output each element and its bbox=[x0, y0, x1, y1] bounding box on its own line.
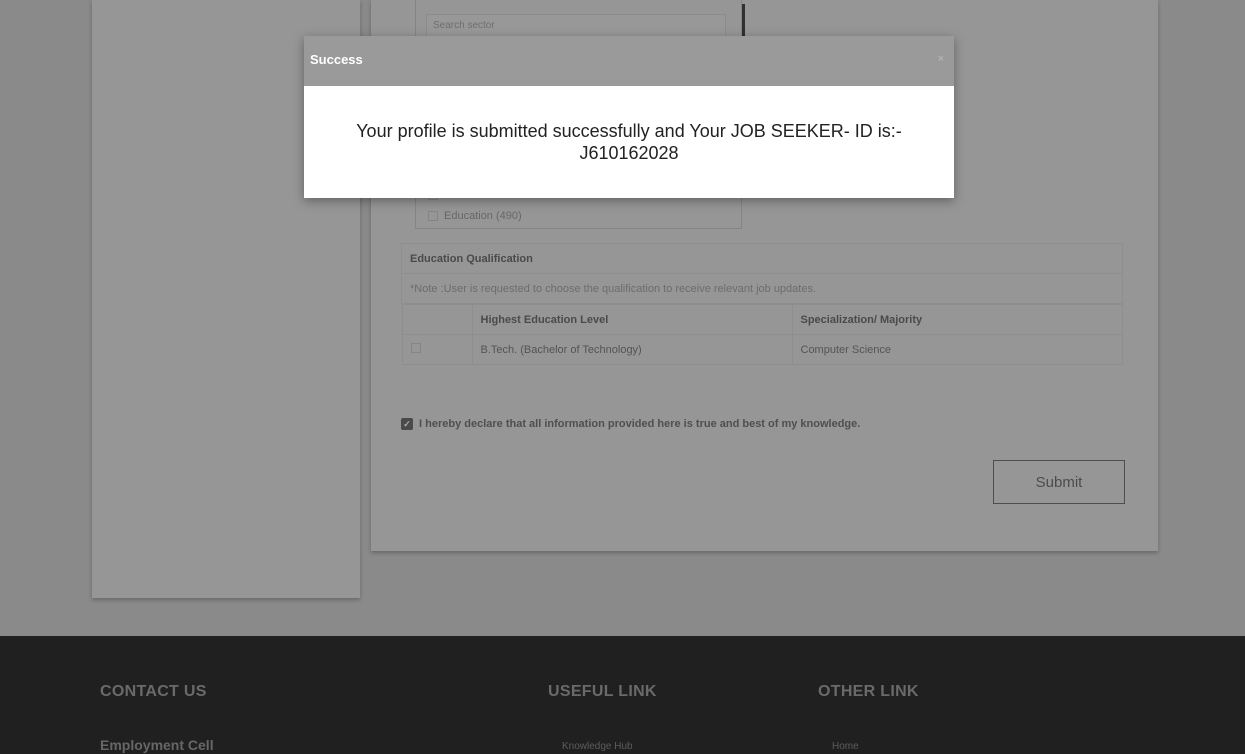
footer-contact-employment-cell: Employment Cell bbox=[100, 737, 214, 753]
cell-specialization: Computer Science bbox=[791, 334, 1123, 365]
submit-button[interactable]: Submit bbox=[993, 460, 1125, 504]
education-heading: Education Qualification bbox=[401, 243, 1123, 274]
qualification-table: Highest Education Level Specialization/ … bbox=[401, 304, 1123, 365]
sector-item-education[interactable]: Education (490) bbox=[428, 210, 522, 222]
footer-contact-heading: CONTACT US bbox=[100, 683, 207, 700]
column-header-level: Highest Education Level bbox=[471, 304, 793, 335]
education-note: *Note :User is requested to choose the q… bbox=[401, 273, 1123, 304]
dialog-header: Success × bbox=[304, 36, 954, 86]
row-checkbox[interactable] bbox=[410, 343, 421, 353]
sector-checkbox[interactable] bbox=[428, 211, 438, 221]
table-row[interactable]: B.Tech. (Bachelor of Technology) Compute… bbox=[401, 334, 1123, 365]
column-header-specialization: Specialization/ Majority bbox=[791, 304, 1123, 335]
sector-search-input[interactable]: Search sector bbox=[426, 14, 726, 38]
success-dialog: Success × Your profile is submitted succ… bbox=[304, 36, 954, 198]
declaration: ✓ I hereby declare that all information … bbox=[401, 418, 860, 430]
footer-link-home[interactable]: Home bbox=[832, 741, 859, 752]
sector-item-label: Education (490) bbox=[444, 210, 522, 222]
declaration-label: I hereby declare that all information pr… bbox=[419, 418, 861, 430]
declaration-checkbox[interactable]: ✓ bbox=[401, 418, 413, 430]
footer-other-heading: OTHER LINK bbox=[818, 683, 919, 700]
footer-link-knowledge-hub[interactable]: Knowledge Hub bbox=[562, 741, 633, 752]
education-qualification-table: Education Qualification *Note :User is r… bbox=[401, 243, 1123, 365]
sector-scrollbar[interactable] bbox=[742, 4, 745, 36]
dialog-title: Success bbox=[310, 52, 363, 67]
cell-education-level: B.Tech. (Bachelor of Technology) bbox=[471, 334, 793, 365]
close-icon[interactable]: × bbox=[938, 53, 944, 65]
table-header-row: Highest Education Level Specialization/ … bbox=[401, 304, 1123, 335]
dialog-message: Your profile is submitted successfully a… bbox=[356, 121, 902, 163]
footer-useful-heading: USEFUL LINK bbox=[548, 683, 657, 700]
